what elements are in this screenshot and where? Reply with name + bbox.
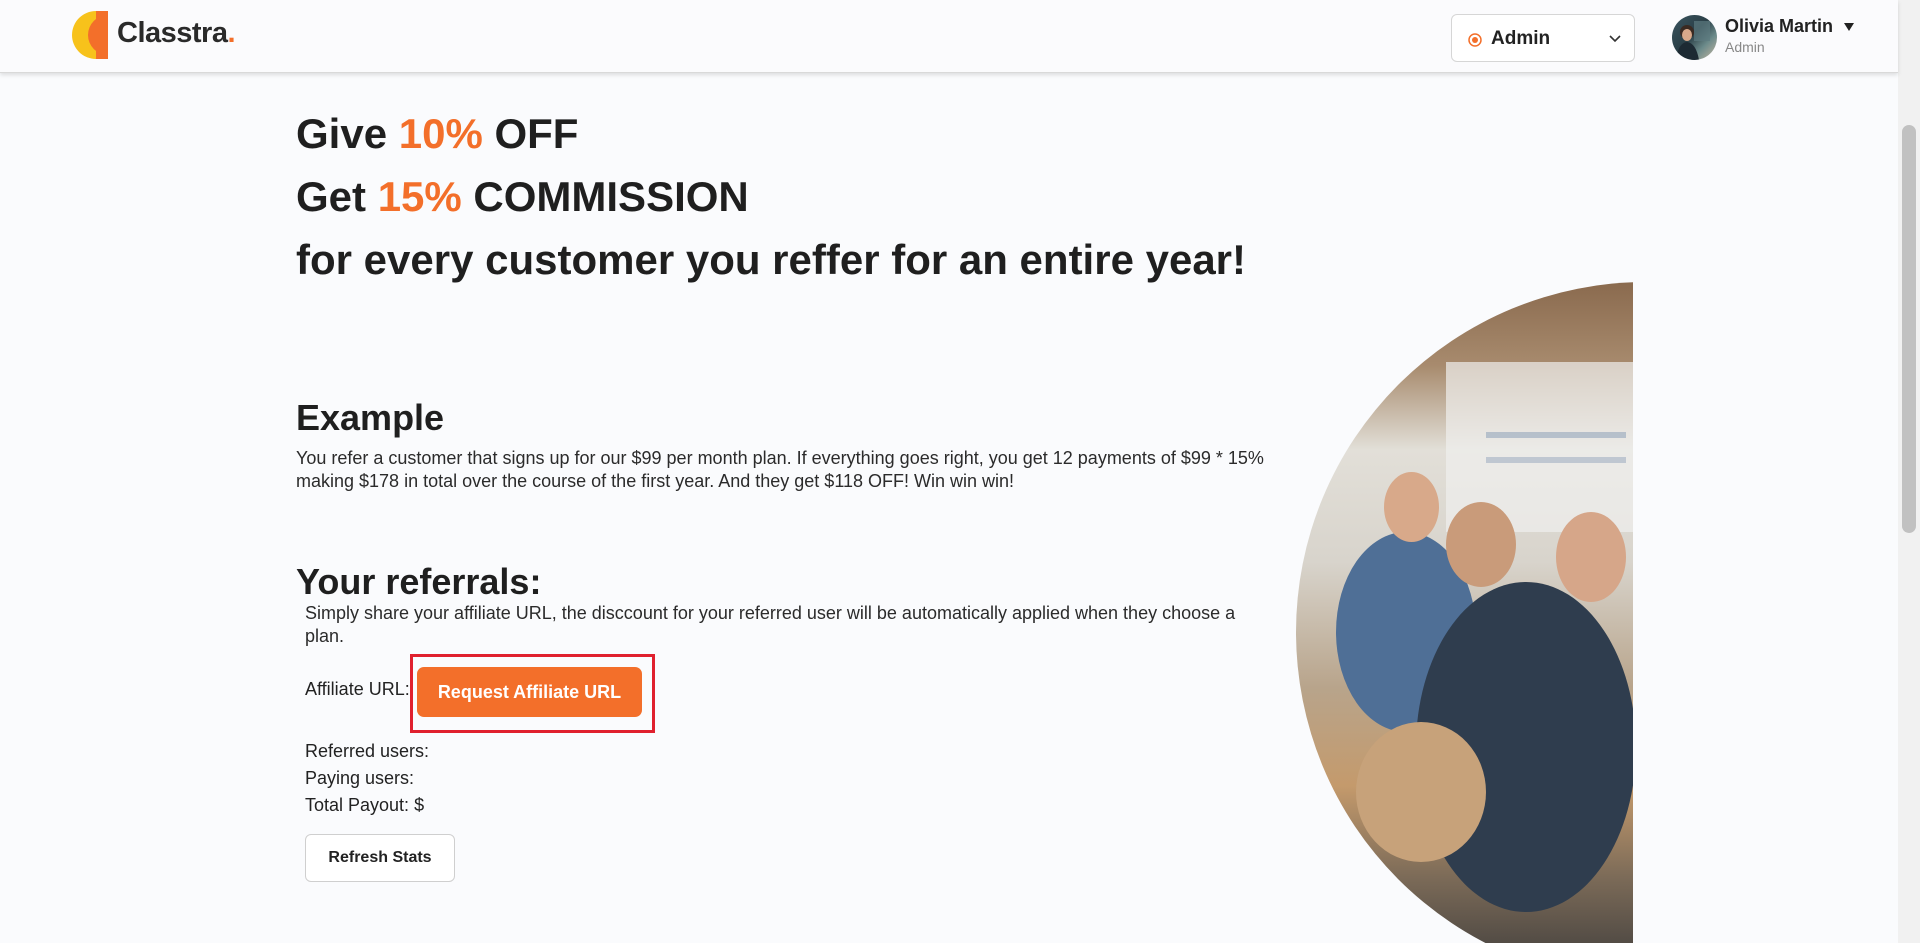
paying-users-label: Paying users: <box>305 768 415 788</box>
hero-line-duration: for every customer you reffer for an ent… <box>296 236 1247 283</box>
example-text: You refer a customer that signs up for o… <box>296 448 1264 491</box>
user-avatar[interactable] <box>1672 15 1717 60</box>
hero-line-commission: Get 15% COMMISSION <box>296 173 749 220</box>
highlight-box <box>410 654 655 733</box>
example-title: Example <box>296 397 445 438</box>
role-select-value: Admin <box>1491 28 1551 49</box>
caret-down-icon[interactable] <box>1843 22 1855 32</box>
commission-percent: 15% <box>377 173 462 220</box>
user-name[interactable]: Olivia Martin <box>1725 16 1833 37</box>
hero-line-discount: Give 10% OFF <box>296 110 579 157</box>
user-role: Admin <box>1725 39 1765 55</box>
affiliate-url-label: Affiliate URL: <box>305 679 410 699</box>
total-payout-label: Total Payout: $ <box>305 795 425 815</box>
referrals-title: Your referrals: <box>296 561 542 602</box>
scrollbar-thumb[interactable] <box>1902 125 1916 533</box>
top-header: Classtra. Admin Olivia Martin Admin <box>0 0 1898 73</box>
brand-name[interactable]: Classtra. <box>117 17 236 50</box>
classtra-logo-icon[interactable] <box>72 9 110 61</box>
discount-percent: 10% <box>398 110 483 157</box>
team-meeting-photo <box>1296 282 1633 943</box>
referrals-description: Simply share your affiliate URL, the dis… <box>305 603 1236 646</box>
chevron-down-icon <box>1609 35 1621 43</box>
refresh-stats-button[interactable]: Refresh Stats <box>305 834 455 882</box>
role-select[interactable]: Admin <box>1451 14 1635 62</box>
radio-dot-icon <box>1468 33 1482 47</box>
referred-users-label: Referred users: <box>305 741 430 761</box>
